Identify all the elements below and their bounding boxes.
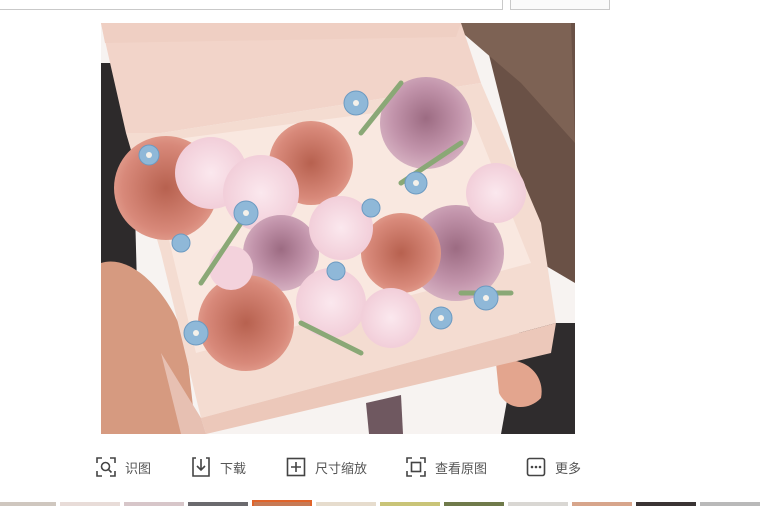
thumbnail[interactable] bbox=[316, 502, 376, 506]
thumbnail[interactable] bbox=[188, 502, 248, 506]
download-icon bbox=[192, 457, 210, 477]
resize-label: 尺寸缩放 bbox=[315, 460, 368, 476]
search-button[interactable] bbox=[510, 0, 610, 10]
thumbnail[interactable] bbox=[124, 502, 184, 506]
thumbnail[interactable] bbox=[0, 502, 56, 506]
more-icon bbox=[526, 457, 546, 477]
thumbnail[interactable] bbox=[380, 502, 440, 506]
thumbnail[interactable] bbox=[572, 502, 632, 506]
more-button[interactable]: 更多 bbox=[525, 456, 581, 478]
thumbnail[interactable] bbox=[508, 502, 568, 506]
thumbnail-strip bbox=[0, 500, 774, 506]
thumbnail[interactable] bbox=[700, 502, 760, 506]
view-original-icon bbox=[406, 457, 426, 477]
more-label: 更多 bbox=[555, 460, 582, 476]
thumbnail[interactable] bbox=[636, 502, 696, 506]
download-button[interactable]: 下载 bbox=[190, 456, 246, 478]
main-image[interactable] bbox=[101, 23, 575, 434]
top-search-area bbox=[0, 0, 774, 12]
search-input[interactable] bbox=[0, 0, 503, 10]
view-original-label: 查看原图 bbox=[435, 460, 488, 476]
image-search-label: 识图 bbox=[125, 460, 152, 476]
thumbnail[interactable] bbox=[60, 502, 120, 506]
resize-icon bbox=[286, 457, 306, 477]
image-search-button[interactable]: 识图 bbox=[95, 456, 151, 478]
view-original-button[interactable]: 查看原图 bbox=[405, 456, 487, 478]
thumbnail[interactable] bbox=[444, 502, 504, 506]
thumbnail[interactable] bbox=[252, 500, 312, 506]
download-label: 下载 bbox=[220, 460, 247, 476]
resize-button[interactable]: 尺寸缩放 bbox=[285, 456, 367, 478]
flower-box-photo-icon bbox=[101, 23, 575, 434]
image-search-icon bbox=[96, 457, 116, 477]
